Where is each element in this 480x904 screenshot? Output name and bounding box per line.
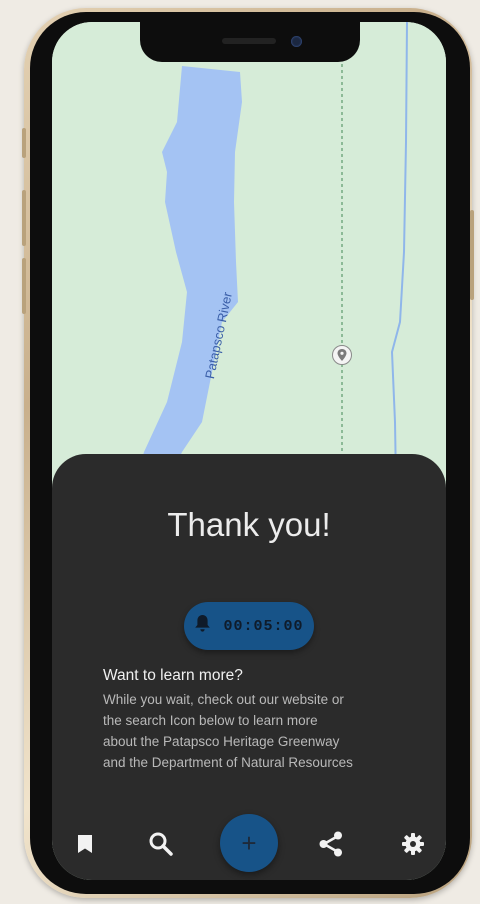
share-icon [317, 830, 345, 863]
timer-button[interactable]: 00:05:00 [184, 602, 314, 650]
learn-more-line: and the Department of Natural Resources [103, 755, 353, 770]
side-button [22, 190, 26, 246]
speaker-grille [222, 38, 276, 44]
add-button[interactable]: + [220, 814, 278, 872]
nav-bookmark-button[interactable] [70, 826, 100, 866]
side-button [22, 258, 26, 314]
place-marker-icon[interactable] [332, 345, 352, 365]
nav-search-button[interactable] [144, 826, 178, 866]
nav-share-button[interactable] [314, 826, 348, 866]
learn-more-line: the search Icon below to learn more [103, 713, 318, 728]
sheet-title: Thank you! [167, 506, 331, 543]
front-camera [291, 36, 302, 47]
search-icon [148, 831, 174, 862]
side-button [470, 210, 474, 300]
gear-icon [401, 832, 425, 861]
learn-more-title: Want to learn more? [103, 667, 243, 684]
learn-more-line: While you wait, check out our website or [103, 692, 344, 707]
plus-icon: + [241, 827, 257, 858]
bell-icon [194, 614, 211, 638]
learn-more-line: about the Patapsco Heritage Greenway [103, 734, 340, 749]
learn-more-body: While you wait, check out our website or… [103, 689, 403, 773]
nav-settings-button[interactable] [396, 826, 430, 866]
timer-value: 00:05:00 [223, 617, 304, 635]
bookmark-icon [77, 834, 93, 859]
learn-more-section: Want to learn more? While you wait, chec… [103, 667, 403, 773]
thank-you-sheet: Thank you! 00:05:00 Want to learn more? … [52, 454, 446, 880]
app-screen: Patapsco River Thank you! 00:05:00 Want … [52, 22, 446, 880]
side-button [22, 128, 26, 158]
